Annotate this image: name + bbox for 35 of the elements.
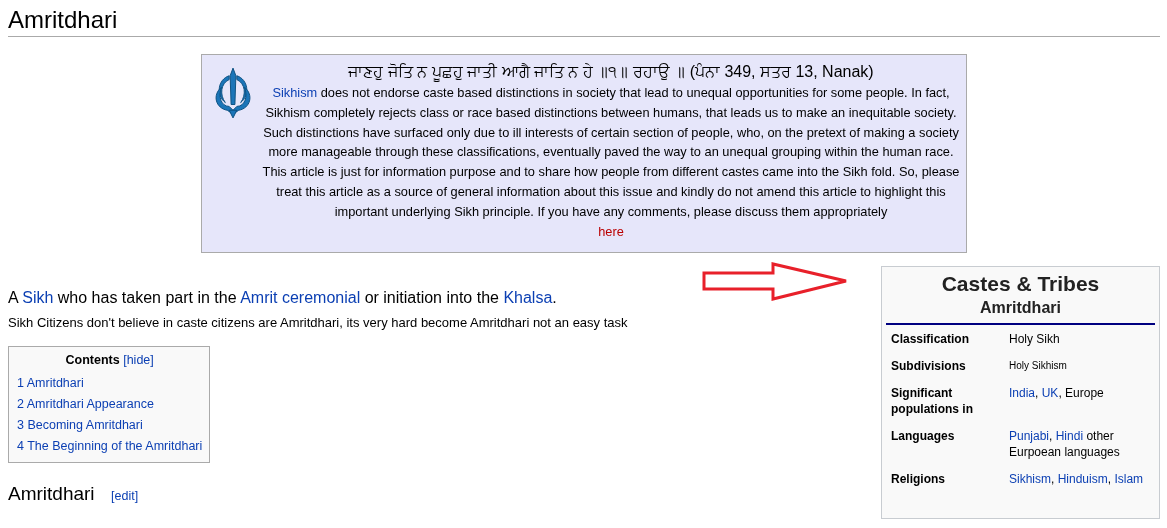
contents-item[interactable]: 3 Becoming Amritdhari xyxy=(17,416,203,434)
link[interactable]: Amrit ceremonial xyxy=(240,288,361,306)
hide-link[interactable]: [hide] xyxy=(123,352,154,367)
infobox-subtitle: Amritdhari xyxy=(979,297,1062,318)
infobox-value: Holy Sikh xyxy=(1009,330,1061,347)
section-heading: Amritdhari xyxy=(8,482,95,504)
infobox-value: Holy Sikhism xyxy=(1009,358,1068,373)
discussion-link[interactable]: here xyxy=(598,221,624,242)
infobox-value: Sikhism, Hinduism, Islam xyxy=(1009,470,1145,487)
link[interactable]: Punjabi xyxy=(1009,428,1050,443)
infobox-value: Punjabi, Hindi other Eurpoean languages xyxy=(1009,427,1121,460)
infobox-label: Significant populations in xyxy=(891,384,974,417)
link[interactable]: Sikhism xyxy=(1009,471,1051,486)
infobox-title: Castes & Tribes xyxy=(940,270,1101,297)
infobox-label: Religions xyxy=(891,470,946,487)
contents-title: Contents xyxy=(65,352,120,367)
link[interactable]: Hindi xyxy=(1055,428,1084,443)
notice-paragraph: Sikhism does not endorse caste based distinctions in society that lead to unequal opportunities for some people. In fact, Sikhism completely rejects class or race based distinctions between humans, that leads us to make an inequitable society. Such distinctions have surfaced only due to ill interests of certain section of people, who, on the pretext of making a society more manageable through these classifications, eventually paved the way to an unequal grouping within the human race. This article is just for information purpose and to share how people from different castes came into the Sikh fold. So, please treat this article as a source of general information about this issue and kindly do not amend this article to highlight this important underlying Sikh principle. If you have any comments, please discuss them appropriately xyxy=(262,84,960,221)
contents-item[interactable]: 4 The Beginning of the Amritdhari xyxy=(17,437,203,455)
edit-link[interactable]: [edit] xyxy=(111,488,139,503)
link[interactable]: Islam xyxy=(1114,471,1144,486)
infobox-label: Languages xyxy=(891,427,956,445)
infobox-label: Classification xyxy=(891,330,971,347)
link[interactable]: Khalsa xyxy=(503,288,553,306)
note-text: Sikh Citizens don't believe in caste citizens are Amritdhari, its very hard become Amritdhari not an easy task xyxy=(8,313,629,332)
link[interactable]: Sikh xyxy=(22,288,54,306)
infobox-label: Subdivisions xyxy=(891,357,967,374)
infobox-value: India, UK, Europe xyxy=(1009,384,1105,402)
page-title: Amritdhari xyxy=(8,0,1160,37)
link[interactable]: Hinduism xyxy=(1057,471,1108,486)
contents-item[interactable]: 1 Amritdhari xyxy=(17,374,203,392)
contents-item[interactable]: 2 Amritdhari Appearance xyxy=(17,395,203,413)
link[interactable]: Sikhism xyxy=(272,85,318,100)
lead-sentence: A Sikh who has taken part in the Amrit ceremonial or initiation into the Khalsa. xyxy=(8,287,558,308)
scripture-quote: ਜਾਣਹੁ ਜੋਤਿ ਨ ਪੂਛਹੁ ਜਾਤੀ ਆਗੈ ਜਾਤਿ ਨ ਹੇ ॥੧॥ ਰਹਾਉ ॥ (ਪੰਨਾ 349, ਸਤਰ 13, Nanak) xyxy=(346,62,875,83)
